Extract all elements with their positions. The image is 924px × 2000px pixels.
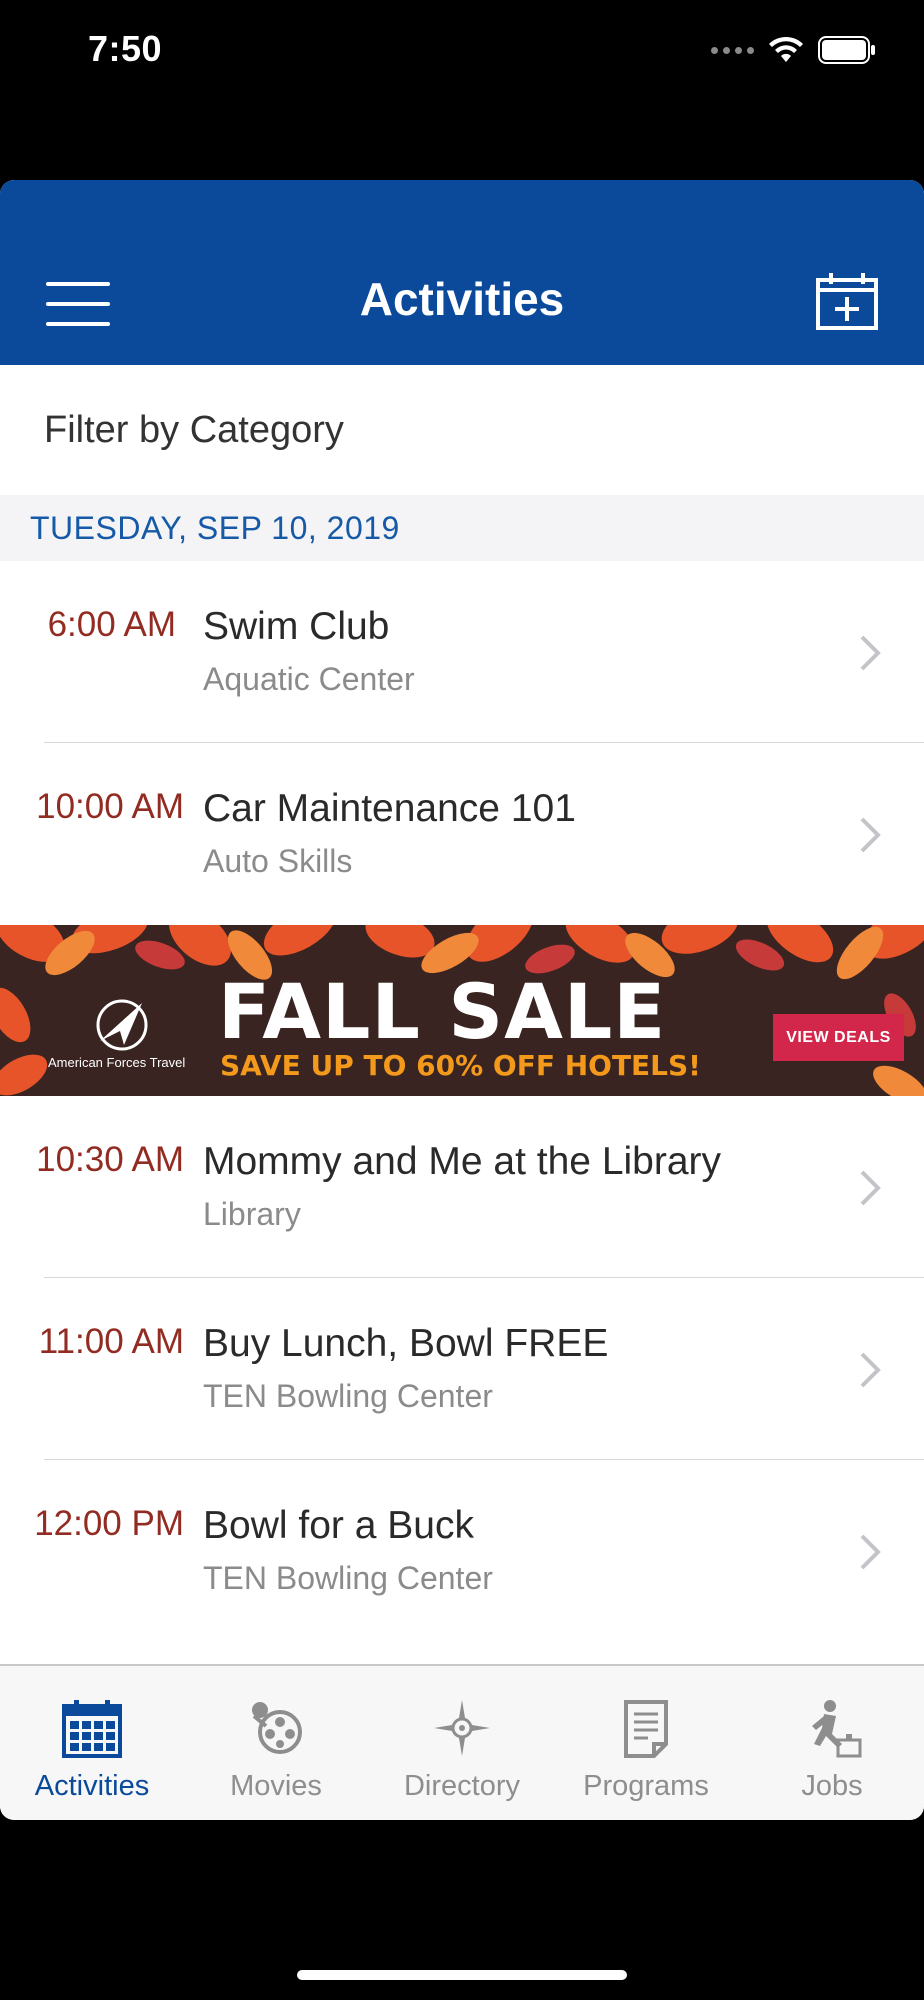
calendar-icon <box>62 1700 122 1758</box>
filter-by-category[interactable]: Filter by Category <box>0 365 924 495</box>
page-title: Activities <box>359 273 565 325</box>
list-item[interactable]: 6:00 AM Swim Club Aquatic Center <box>0 561 924 743</box>
wifi-icon <box>769 36 803 62</box>
battery-icon <box>818 36 875 64</box>
ad-banner[interactable]: American Forces Travel FALL SALE SAVE UP… <box>0 925 924 1096</box>
tab-label: Activities <box>34 1770 150 1802</box>
event-title: Car Maintenance 101 <box>203 787 576 830</box>
list-item[interactable]: 10:00 AM Car Maintenance 101 Auto Skills <box>0 743 924 925</box>
list-item[interactable]: 11:00 AM Buy Lunch, Bowl FREE TEN Bowlin… <box>0 1278 924 1460</box>
document-icon <box>624 1700 668 1758</box>
ad-subline: SAVE UP TO 60% OFF HOTELS! <box>220 1049 701 1082</box>
tab-label: Directory <box>403 1770 520 1802</box>
chevron-right-icon <box>860 1170 881 1206</box>
compass-icon <box>434 1700 490 1756</box>
event-location: Library <box>203 1196 301 1232</box>
event-title: Swim Club <box>203 605 390 648</box>
event-title: Bowl for a Buck <box>203 1504 474 1547</box>
chevron-right-icon <box>860 635 881 671</box>
event-time: 10:30 AM <box>36 1140 184 1179</box>
worker-icon <box>812 1700 862 1758</box>
chevron-right-icon <box>860 1352 881 1388</box>
event-time: 11:00 AM <box>38 1322 184 1361</box>
event-time: 12:00 PM <box>34 1504 184 1543</box>
status-bar: 7:50 <box>0 0 924 180</box>
tab-label: Programs <box>583 1770 709 1802</box>
event-location: Aquatic Center <box>203 661 415 697</box>
cellular-signal-icon <box>711 46 754 54</box>
event-time: 6:00 AM <box>47 605 176 644</box>
date-section-header: TUESDAY, SEP 10, 2019 <box>0 495 924 561</box>
chevron-right-icon <box>860 1534 881 1570</box>
film-reel-icon <box>252 1702 302 1754</box>
nav-bar: Activities <box>0 180 924 365</box>
event-location: TEN Bowling Center <box>203 1560 493 1596</box>
filter-label: Filter by Category <box>44 409 344 451</box>
event-location: Auto Skills <box>203 843 353 879</box>
tab-label: Jobs <box>801 1770 863 1802</box>
event-title: Buy Lunch, Bowl FREE <box>203 1322 609 1365</box>
list-item[interactable]: 10:30 AM Mommy and Me at the Library Lib… <box>0 1096 924 1278</box>
status-icons <box>711 34 876 66</box>
tab-activities[interactable]: Activities <box>0 1666 184 1820</box>
tab-programs[interactable]: Programs <box>554 1666 738 1820</box>
add-to-calendar-icon[interactable] <box>816 272 878 330</box>
tab-label: Movies <box>230 1770 322 1802</box>
chevron-right-icon <box>860 817 881 853</box>
ad-brand: American Forces Travel <box>48 1055 186 1070</box>
american-forces-travel-logo <box>96 999 148 1051</box>
event-time: 10:00 AM <box>36 787 184 826</box>
event-location: TEN Bowling Center <box>203 1378 493 1414</box>
view-deals-button[interactable]: VIEW DEALS <box>773 1014 904 1061</box>
tab-jobs[interactable]: Jobs <box>740 1666 924 1820</box>
home-indicator[interactable] <box>297 1970 627 1980</box>
event-title: Mommy and Me at the Library <box>203 1140 722 1183</box>
tab-directory[interactable]: Directory <box>370 1666 554 1820</box>
status-time: 7:50 <box>88 28 163 69</box>
tab-movies[interactable]: Movies <box>184 1666 368 1820</box>
app-screen: Activities Filter by Category TUESDAY, S… <box>0 180 924 1820</box>
list-item[interactable]: 12:00 PM Bowl for a Buck TEN Bowling Cen… <box>0 1460 924 1642</box>
date-label: TUESDAY, SEP 10, 2019 <box>30 510 400 546</box>
tab-bar: Activities Movies Directory Programs Job… <box>0 1664 924 1820</box>
ad-headline: FALL SALE <box>218 967 667 1056</box>
